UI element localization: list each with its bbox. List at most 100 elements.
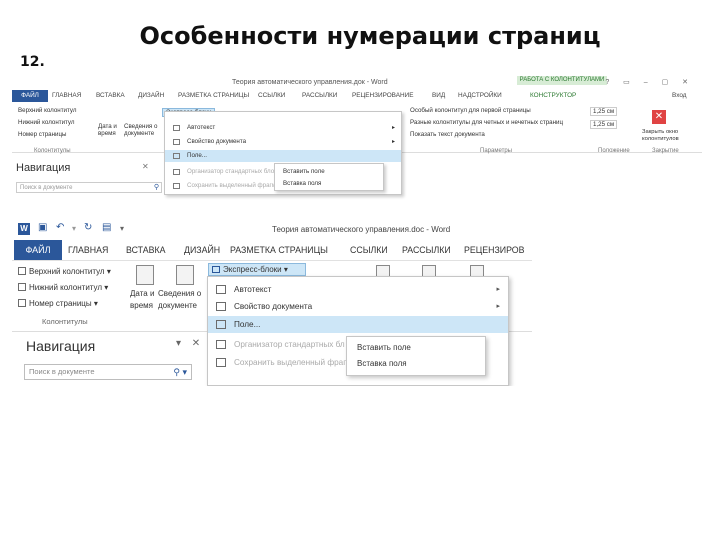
- page-number-icon: [18, 299, 26, 307]
- nav-close-icon[interactable]: ✕: [142, 162, 149, 171]
- tab-references[interactable]: ССЫЛКИ: [350, 245, 388, 255]
- tab-header-designer[interactable]: КОНСТРУКТОР: [530, 92, 576, 99]
- organizer-icon: [173, 169, 180, 175]
- window-controls[interactable]: ? ▭ – ▢ ✕: [605, 78, 694, 86]
- menu-item-field[interactable]: Поле...: [165, 150, 401, 162]
- navigation-pane-title: Навигация: [16, 162, 71, 174]
- menu-item-field[interactable]: Поле...: [208, 316, 508, 333]
- doc-info-button[interactable]: Сведения о документе: [124, 123, 160, 137]
- tab-home[interactable]: ГЛАВНАЯ: [68, 245, 108, 255]
- tab-mailings[interactable]: РАССЫЛКИ: [402, 245, 451, 255]
- organizer-icon: [216, 340, 226, 349]
- undo-icon[interactable]: ↶: [56, 222, 64, 233]
- group-headers-label: Колонтитулы: [34, 148, 71, 154]
- slide-title: Особенности нумерации страниц: [139, 22, 601, 50]
- header-button[interactable]: Верхний колонтитул ▾: [18, 267, 111, 276]
- search-icon[interactable]: ⚲: [154, 183, 159, 193]
- menu-item-autotext[interactable]: Автотекст ▸: [208, 281, 508, 298]
- group-close-label: Закрытие: [652, 148, 679, 154]
- date-time-button-line2[interactable]: время: [130, 301, 153, 310]
- menu-item-doc-property[interactable]: Свойство документа ▸: [165, 136, 401, 148]
- tab-insert[interactable]: ВСТАВКА: [96, 92, 125, 99]
- header-icon: [18, 267, 26, 275]
- undo-dropdown-icon[interactable]: ▾: [72, 224, 76, 233]
- tab-addins[interactable]: НАДСТРОЙКИ: [458, 92, 502, 99]
- redo-icon[interactable]: ↻: [84, 222, 92, 233]
- save-selection-icon: [216, 358, 226, 367]
- search-icon[interactable]: ⚲ ▾: [173, 365, 187, 379]
- page-number-button[interactable]: Номер страницы ▾: [18, 299, 98, 308]
- calendar-icon: [136, 265, 154, 285]
- option-odd-even[interactable]: Разные колонтитулы для четных и нечетных…: [410, 119, 563, 126]
- quick-parts-icon: [212, 266, 220, 273]
- window-title-bar: Теория автоматического управления.док - …: [12, 76, 702, 90]
- group-position-label: Положение: [598, 148, 630, 154]
- header-button[interactable]: Верхний колонтитул: [18, 107, 76, 114]
- tab-design[interactable]: ДИЗАЙН: [184, 245, 220, 255]
- doc-info-button-line1[interactable]: Сведения о: [158, 289, 201, 298]
- date-time-button[interactable]: Дата и время: [98, 123, 126, 137]
- doc-property-icon: [173, 139, 180, 145]
- option-show-text[interactable]: Показать текст документа: [410, 131, 485, 138]
- context-tab-label: РАБОТА С КОЛОНТИТУЛАМИ: [517, 76, 607, 85]
- tab-insert[interactable]: ВСТАВКА: [126, 245, 165, 255]
- tooltip-text: Вставка поля: [357, 359, 407, 368]
- close-header-button[interactable]: Закрыть окно колонтитулов: [642, 129, 698, 143]
- autotext-icon: [216, 285, 226, 294]
- option-first-page[interactable]: Особый колонтитул для первой страницы: [410, 107, 531, 114]
- group-headers-label: Колонтитулы: [42, 317, 88, 326]
- print-preview-icon[interactable]: ▤: [102, 222, 111, 233]
- group-params-label: Параметры: [480, 148, 512, 154]
- slide-number: 12.: [20, 54, 45, 70]
- window-title: Теория автоматического управления.док - …: [232, 79, 388, 86]
- field-icon: [173, 153, 180, 159]
- window-title: Теория автоматического управления.doc - …: [272, 225, 451, 234]
- date-time-button-line1[interactable]: Дата и: [130, 289, 154, 298]
- tab-design[interactable]: ДИЗАЙН: [138, 92, 164, 99]
- tab-view[interactable]: ВИД: [432, 92, 445, 99]
- tooltip-title: Вставить поле: [283, 168, 325, 175]
- footer-position-input[interactable]: 1,25 см: [590, 120, 618, 129]
- doc-property-icon: [216, 302, 226, 311]
- save-icon[interactable]: ▣: [38, 222, 47, 233]
- sign-in[interactable]: Вход: [672, 92, 686, 99]
- footer-icon: [18, 283, 26, 291]
- footer-button[interactable]: Нижний колонтитул: [18, 119, 75, 126]
- footer-button[interactable]: Нижний колонтитул ▾: [18, 283, 108, 292]
- field-icon: [216, 320, 226, 329]
- field-tooltip: Вставить поле Вставка поля: [346, 336, 486, 376]
- file-tab[interactable]: ФАЙЛ: [14, 240, 62, 260]
- tab-home[interactable]: ГЛАВНАЯ: [52, 92, 81, 99]
- page-number-button[interactable]: Номер страницы: [18, 131, 66, 138]
- search-input[interactable]: Поиск в документе ⚲: [16, 182, 162, 193]
- close-icon[interactable]: ✕: [652, 110, 666, 124]
- ribbon-tabs: ГЛАВНАЯ ВСТАВКА ДИЗАЙН РАЗМЕТКА СТРАНИЦЫ…: [12, 90, 702, 102]
- doc-info-button-line2[interactable]: документе: [158, 301, 197, 310]
- ribbon-tabs: ФАЙЛ ГЛАВНАЯ ВСТАВКА ДИЗАЙН РАЗМЕТКА СТР…: [12, 240, 532, 260]
- search-placeholder: Поиск в документе: [29, 367, 95, 376]
- menu-item-doc-property[interactable]: Свойство документа ▸: [208, 298, 508, 315]
- search-input[interactable]: Поиск в документе ⚲ ▾: [24, 364, 192, 380]
- word-logo-icon: W: [18, 223, 30, 235]
- tooltip-text: Вставка поля: [283, 180, 322, 187]
- menu-item-autotext[interactable]: Автотекст ▸: [165, 122, 401, 134]
- tab-review[interactable]: РЕЦЕНЗИРОВ: [464, 245, 524, 255]
- tab-layout[interactable]: РАЗМЕТКА СТРАНИЦЫ: [178, 92, 249, 99]
- navigation-pane-title: Навигация: [26, 338, 96, 354]
- customize-toolbar-icon[interactable]: ▾: [120, 224, 124, 233]
- small-word-screenshot: Теория автоматического управления.док - …: [12, 76, 702, 201]
- tab-mailings[interactable]: РАССЫЛКИ: [302, 92, 337, 99]
- quick-parts-button[interactable]: Экспресс-блоки ▾: [208, 263, 306, 276]
- document-info-icon: [176, 265, 194, 285]
- nav-pane-controls[interactable]: ▾ ✕: [176, 338, 204, 349]
- tab-layout[interactable]: РАЗМЕТКА СТРАНИЦЫ: [230, 245, 328, 255]
- autotext-icon: [173, 125, 180, 131]
- field-tooltip: Вставить поле Вставка поля: [274, 163, 384, 191]
- tab-references[interactable]: ССЫЛКИ: [258, 92, 285, 99]
- header-position-input[interactable]: 1,25 см: [590, 107, 618, 116]
- tab-review[interactable]: РЕЦЕНЗИРОВАНИЕ: [352, 92, 413, 99]
- large-word-screenshot: W ▣ ↶ ▾ ↻ ▤ ▾ Теория автоматического упр…: [12, 218, 532, 386]
- tooltip-title: Вставить поле: [357, 343, 411, 352]
- quick-access-toolbar: W ▣ ↶ ▾ ↻ ▤ ▾ Теория автоматического упр…: [12, 218, 532, 240]
- search-placeholder: Поиск в документе: [20, 185, 73, 191]
